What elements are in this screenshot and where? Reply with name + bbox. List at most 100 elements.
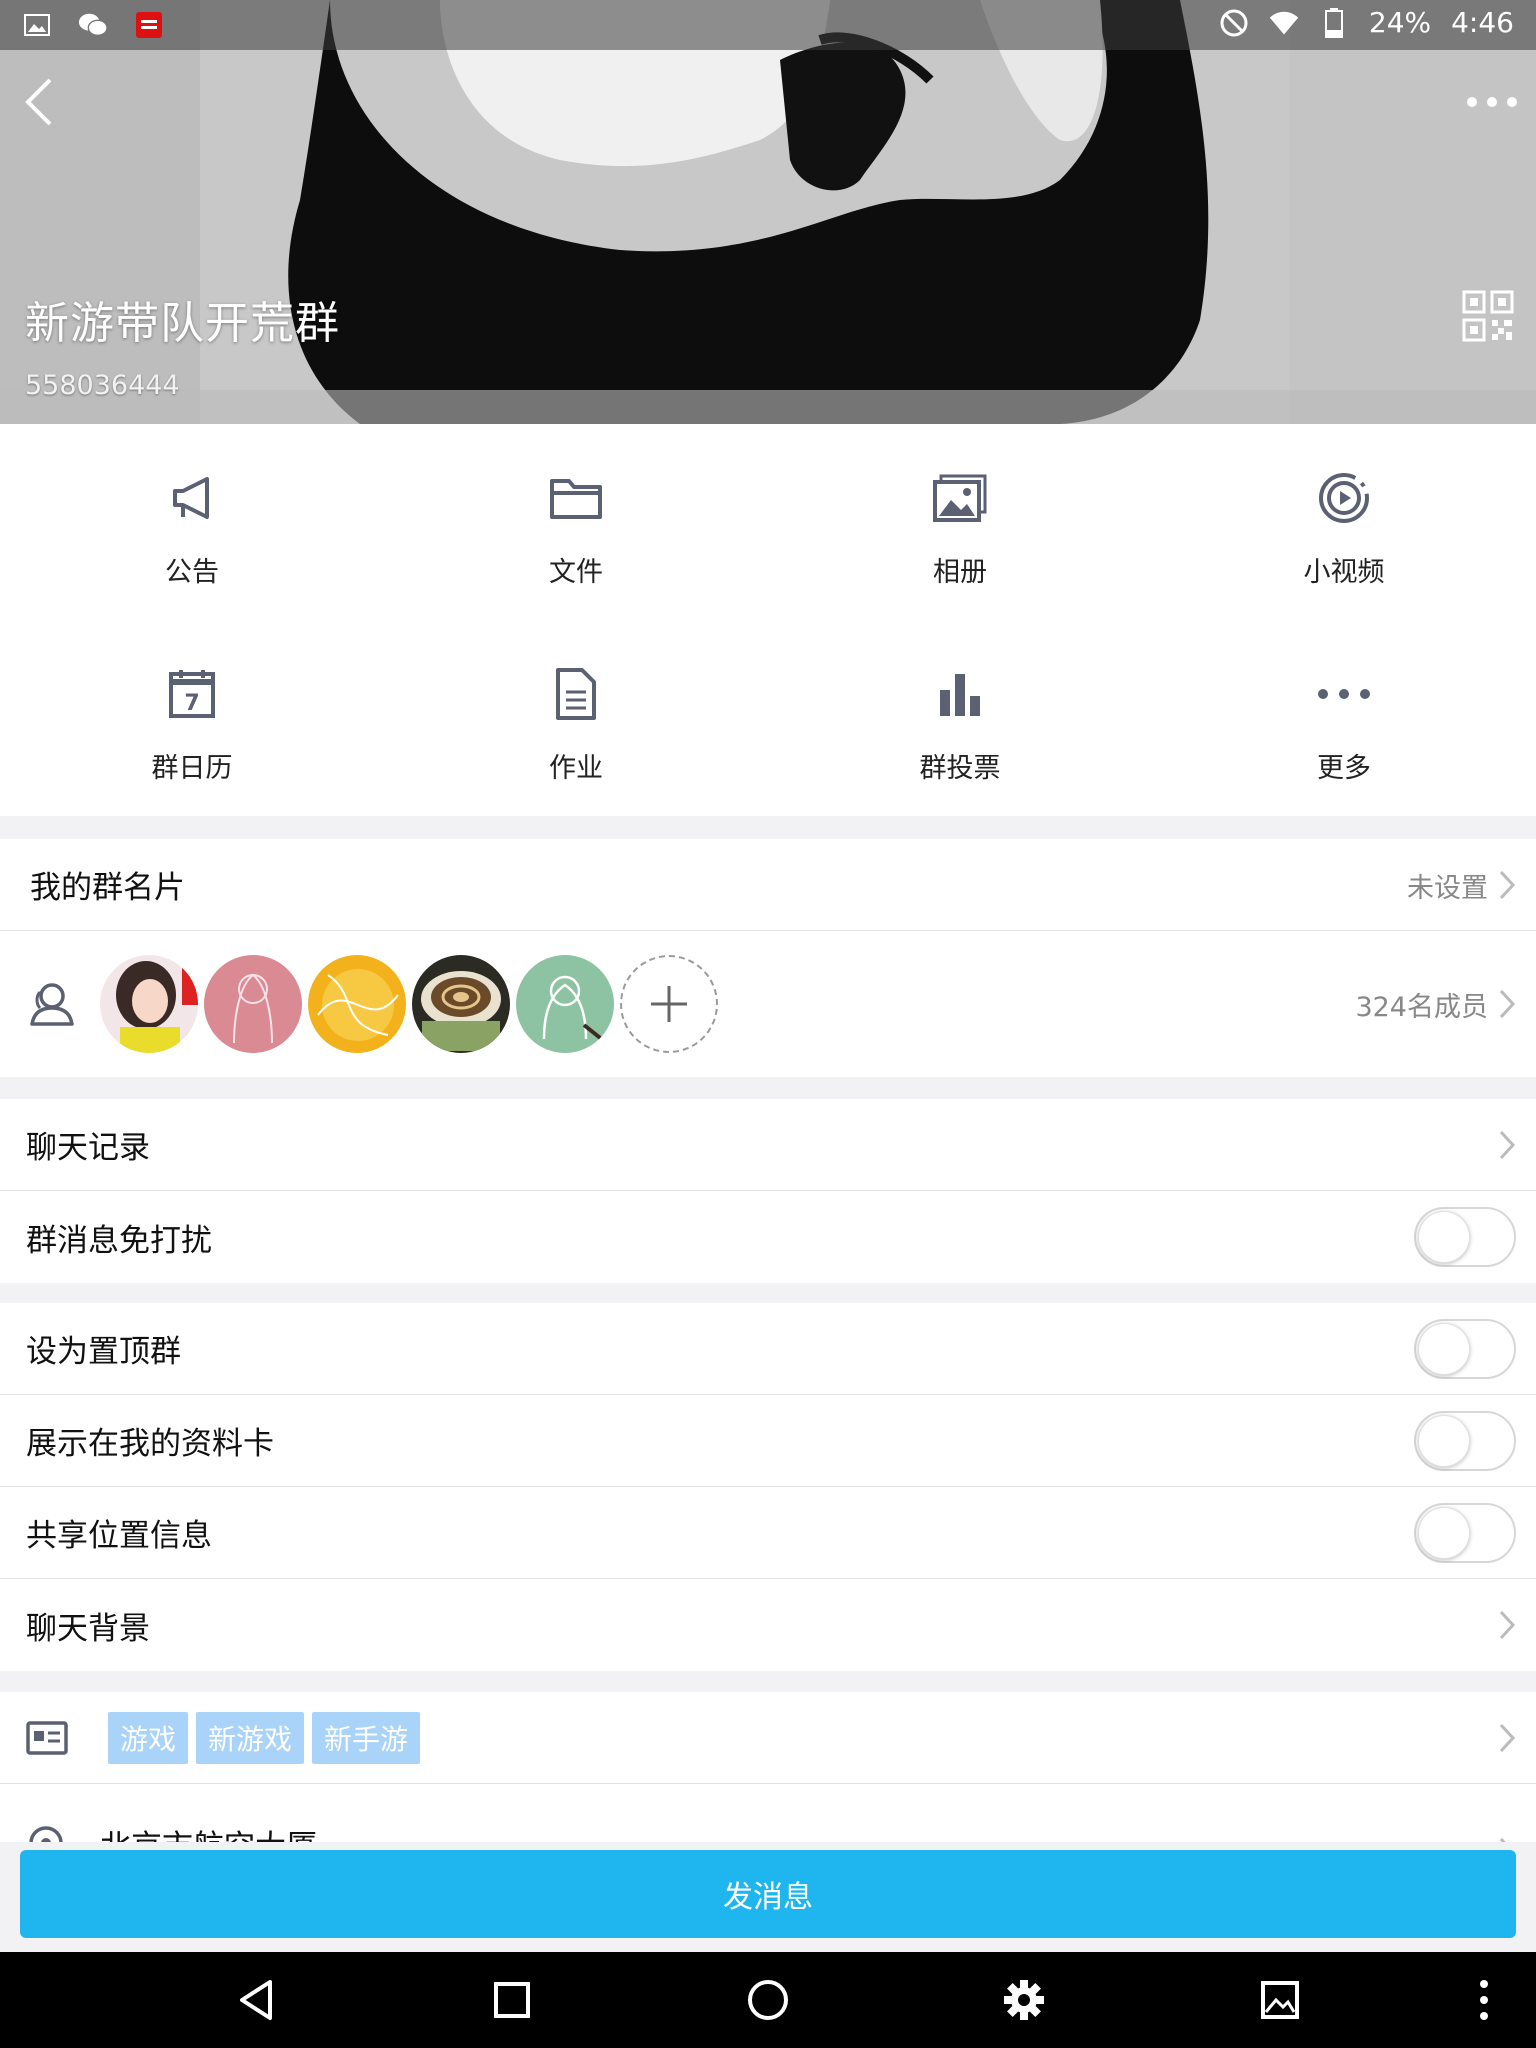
avatar[interactable] [100, 955, 198, 1053]
tag: 游戏 [108, 1711, 189, 1764]
info-section: 游戏 新游戏 新手游 北京市航空大厦 [0, 1692, 1536, 1842]
tags-row[interactable]: 游戏 新游戏 新手游 [0, 1692, 1536, 1784]
chevron-right-icon [1499, 989, 1516, 1019]
card-members-section: 我的群名片 未设置 324名成员 [0, 839, 1536, 1077]
grid-item-label: 公告 [165, 557, 219, 588]
back-button[interactable] [14, 72, 66, 132]
wifi-icon [1269, 8, 1299, 38]
nav-settings-button[interactable] [1000, 1976, 1048, 2024]
video-icon [1316, 470, 1372, 526]
nav-overflow-button[interactable] [1460, 1976, 1508, 2024]
grid-item-label: 群日历 [151, 753, 233, 784]
back-arrow-icon [25, 78, 52, 126]
mute-notifications-row: 群消息免打扰 [0, 1191, 1536, 1283]
plus-icon [651, 986, 687, 1022]
nav-home-icon [748, 1980, 788, 2020]
toggle-knob [1418, 1323, 1470, 1375]
nav-recents-icon [494, 1982, 530, 2018]
status-bar: 24% 4:46 [0, 0, 1536, 50]
calendar-icon: 7 [164, 666, 220, 722]
grid-item-label: 小视频 [1303, 557, 1385, 588]
share-location-toggle[interactable] [1414, 1503, 1516, 1563]
grid-item-more[interactable]: 更多 [1152, 620, 1536, 816]
grid-item-calendar[interactable]: 7 群日历 [0, 620, 384, 816]
share-location-label: 共享位置信息 [26, 1518, 212, 1554]
members-icon [30, 983, 74, 1026]
chat-background-label: 聊天背景 [26, 1610, 150, 1647]
id-card-icon [26, 1720, 68, 1755]
do-not-disturb-icon [1219, 8, 1249, 38]
toggle-knob [1418, 1507, 1470, 1559]
location-pin-icon [29, 1826, 63, 1842]
avatar[interactable] [204, 955, 302, 1053]
send-bar: 发消息 [0, 1842, 1536, 1952]
megaphone-icon [164, 470, 220, 526]
tag: 新游戏 [196, 1711, 305, 1764]
clock: 4:46 [1451, 6, 1514, 39]
grid-item-album[interactable]: 相册 [768, 424, 1152, 620]
grid-item-label: 相册 [933, 557, 987, 588]
avatar[interactable] [516, 955, 614, 1053]
nav-home-button[interactable] [744, 1976, 792, 2024]
gallery-notification-icon [22, 10, 52, 40]
location-label: 北京市航空大厦 [100, 1821, 317, 1843]
mute-notifications-toggle[interactable] [1414, 1207, 1516, 1267]
show-on-profile-row: 展示在我的资料卡 [0, 1395, 1536, 1487]
members-row[interactable]: 324名成员 [0, 931, 1536, 1077]
show-on-profile-toggle[interactable] [1414, 1411, 1516, 1471]
chevron-right-icon [1499, 1130, 1516, 1160]
toggle-knob [1418, 1211, 1470, 1263]
chevron-right-icon [1499, 1610, 1516, 1640]
settings-section-a: 聊天记录 群消息免打扰 [0, 1099, 1536, 1283]
share-location-row: 共享位置信息 [0, 1487, 1536, 1579]
grid-item-homework[interactable]: 作业 [384, 620, 768, 816]
show-on-profile-label: 展示在我的资料卡 [26, 1426, 274, 1462]
chevron-right-icon [1499, 1723, 1516, 1753]
folder-icon [548, 470, 604, 526]
nav-back-button[interactable] [232, 1976, 280, 2024]
group-name: 新游带队开荒群 [25, 298, 340, 349]
chat-history-label: 聊天记录 [26, 1130, 150, 1166]
album-icon [932, 470, 988, 526]
news-app-notification-icon [134, 10, 164, 40]
vertical-dots-icon [1480, 1980, 1488, 2020]
nav-back-icon [240, 1980, 272, 2020]
location-row[interactable]: 北京市航空大厦 [0, 1784, 1536, 1842]
my-group-card-value: 未设置 [1407, 872, 1488, 904]
system-nav-bar [0, 1952, 1536, 2048]
pin-group-toggle[interactable] [1414, 1319, 1516, 1379]
chevron-right-icon [1499, 870, 1516, 900]
more-options-button[interactable] [1462, 78, 1522, 126]
gear-icon [1004, 1980, 1044, 2020]
avatar[interactable] [308, 955, 406, 1053]
grid-item-files[interactable]: 文件 [384, 424, 768, 620]
group-tags: 游戏 新游戏 新手游 [108, 1711, 428, 1764]
avatar[interactable] [412, 955, 510, 1053]
nav-screenshot-button[interactable] [1256, 1976, 1304, 2024]
settings-section-b: 设为置顶群 展示在我的资料卡 共享位置信息 聊天背景 [0, 1303, 1536, 1671]
group-header: 24% 4:46 新游带队开荒群 558036444 [0, 0, 1536, 424]
wechat-notification-icon [78, 10, 108, 40]
document-icon [548, 666, 604, 722]
chat-background-row[interactable]: 聊天背景 [0, 1579, 1536, 1671]
battery-percent: 24% [1368, 6, 1432, 39]
toggle-knob [1418, 1415, 1470, 1467]
add-member-button[interactable] [620, 955, 718, 1053]
member-count: 324名成员 [1355, 991, 1488, 1023]
my-group-card-row[interactable]: 我的群名片 未设置 [0, 839, 1536, 931]
pin-group-row: 设为置顶群 [0, 1303, 1536, 1395]
image-icon [1261, 1981, 1299, 2019]
group-cover-image [0, 0, 1536, 424]
pin-group-label: 设为置顶群 [26, 1334, 181, 1370]
function-grid: 公告 文件 相册 小视频 7 群日历 作业 群投票 更多 [0, 424, 1536, 816]
qr-code-button[interactable] [1462, 290, 1514, 342]
grid-item-announcement[interactable]: 公告 [0, 424, 384, 620]
send-message-button[interactable]: 发消息 [20, 1850, 1516, 1938]
chat-history-row[interactable]: 聊天记录 [0, 1099, 1536, 1191]
grid-item-vote[interactable]: 群投票 [768, 620, 1152, 816]
grid-item-label: 文件 [549, 557, 603, 588]
grid-item-label: 作业 [549, 753, 603, 784]
nav-recents-button[interactable] [488, 1976, 536, 2024]
calendar-day: 7 [184, 691, 199, 716]
grid-item-short-video[interactable]: 小视频 [1152, 424, 1536, 620]
